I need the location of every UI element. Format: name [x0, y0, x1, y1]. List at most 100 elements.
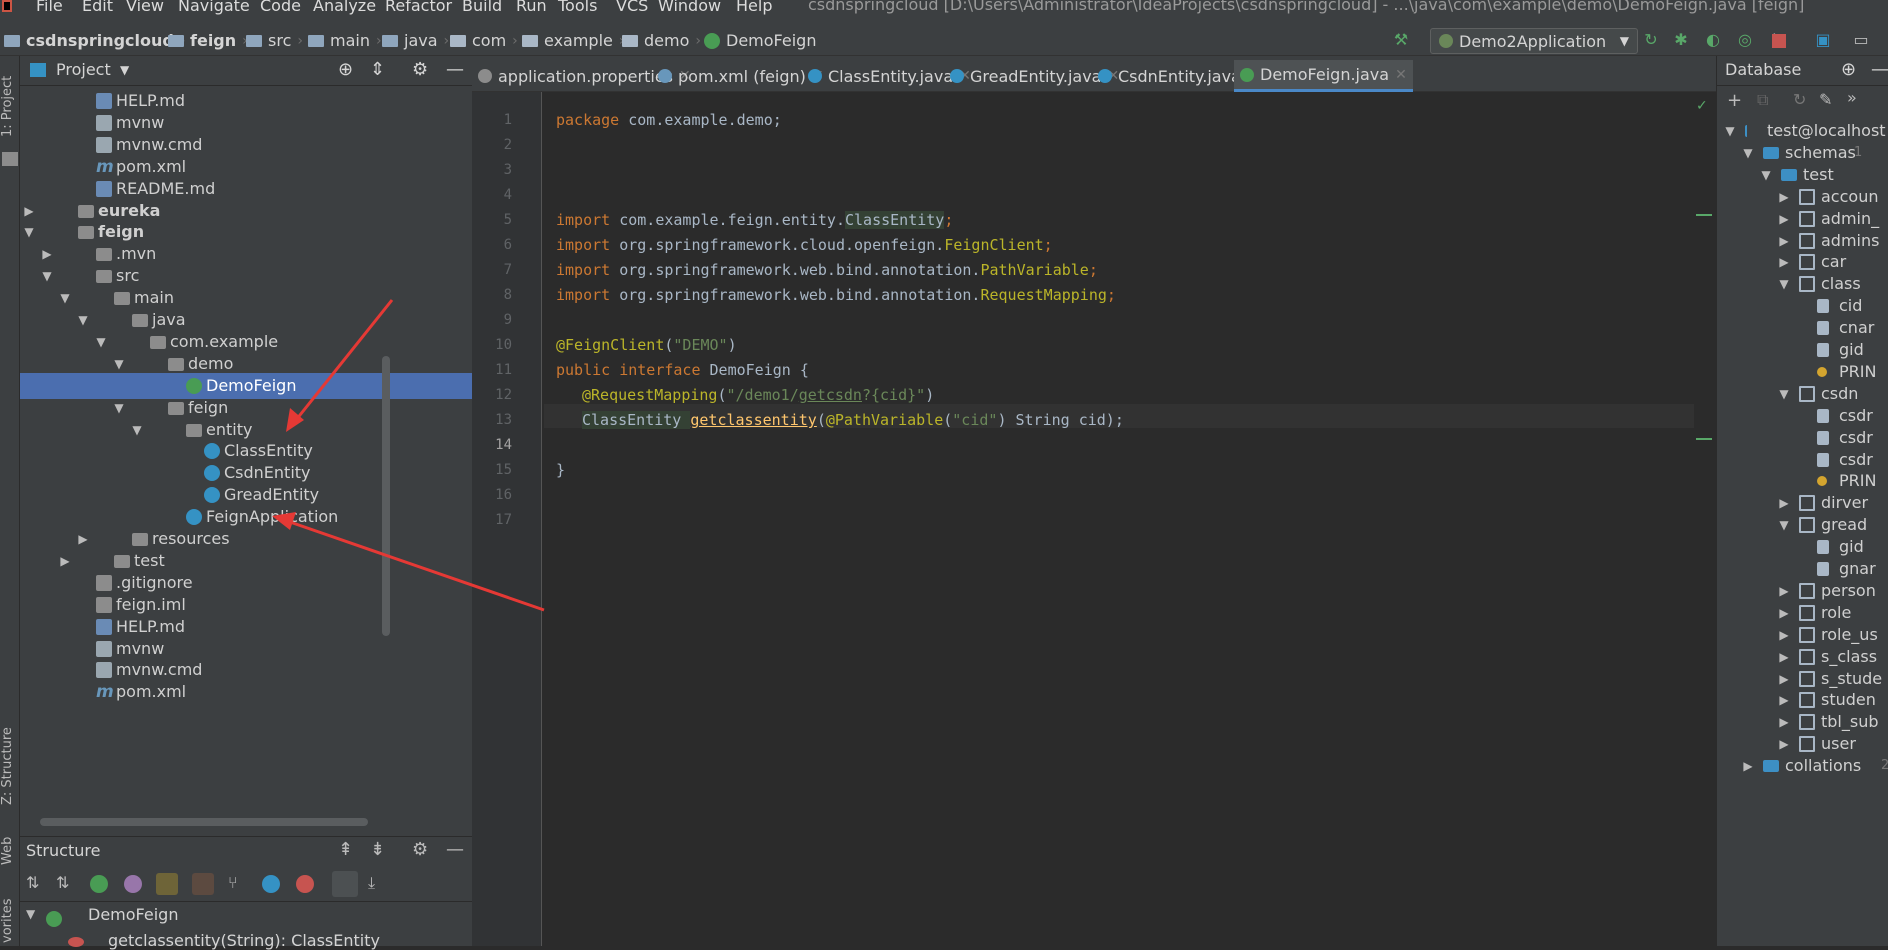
web-tool-tab[interactable]: Web: [0, 826, 20, 876]
line-number: 4: [503, 187, 512, 203]
minimize-icon[interactable]: —: [446, 59, 464, 80]
favorites-tool-tab[interactable]: vorites: [0, 896, 20, 946]
folder-icon: [308, 34, 324, 47]
show-anonymous-icon[interactable]: [262, 875, 280, 893]
collapse-all-icon[interactable]: ⇕: [370, 59, 385, 80]
locate-target-icon[interactable]: ⊕: [338, 59, 353, 80]
minimize-icon[interactable]: —: [446, 839, 464, 860]
crumb-java[interactable]: java ›: [382, 31, 449, 50]
show-lambda-icon[interactable]: [296, 875, 314, 893]
structure-root[interactable]: DemoFeign: [88, 905, 178, 924]
sort-visibility-icon[interactable]: ⇅: [56, 873, 69, 892]
show-non-public-icon[interactable]: [192, 873, 214, 895]
copy-icon[interactable]: ⧉: [1757, 90, 1768, 110]
crumb-feign[interactable]: feign ›: [168, 31, 248, 50]
expand-all-icon[interactable]: ⇞: [338, 839, 353, 860]
line-number: 11: [495, 362, 512, 378]
menu-analyze[interactable]: Analyze: [313, 0, 376, 14]
crumb-demo[interactable]: demo ›: [622, 31, 701, 50]
column-icon: [1817, 452, 1829, 467]
menu-build[interactable]: Build: [462, 0, 502, 14]
close-icon[interactable]: ✕: [1395, 67, 1407, 83]
structure-method[interactable]: getclassentity(String): ClassEntity: [108, 931, 380, 950]
menu-window[interactable]: Window: [658, 0, 721, 14]
show-inherited-icon[interactable]: [90, 875, 108, 893]
sort-alpha-icon[interactable]: ⇅: [26, 873, 39, 892]
crumb-main[interactable]: main ›: [308, 31, 382, 50]
tab-demofeign-java[interactable]: DemoFeign.java ✕: [1234, 60, 1413, 92]
project-view-select[interactable]: Project: [56, 60, 111, 79]
run-configuration-select[interactable]: Demo2Application ▼: [1430, 28, 1638, 54]
chevron-down-icon[interactable]: ▼: [120, 63, 129, 77]
profile-icon[interactable]: ◎: [1736, 31, 1754, 49]
change-marker: [1696, 438, 1712, 440]
code-line-14: ClassEntity getclassentity(@PathVariable…: [582, 408, 1124, 432]
menu-edit[interactable]: Edit: [82, 0, 113, 14]
show-properties-icon[interactable]: [124, 875, 142, 893]
crumb-label: src: [268, 31, 292, 50]
key-icon: [1817, 476, 1827, 487]
line-number: 6: [503, 237, 512, 253]
coverage-icon[interactable]: ◐: [1704, 31, 1722, 49]
show-fields-icon[interactable]: [156, 873, 178, 895]
folder-icon: [246, 34, 262, 47]
crumb-demofeign[interactable]: DemoFeign: [704, 31, 816, 50]
db-tree-item[interactable]: ▶ collations 21: [1717, 753, 1888, 779]
tree-item[interactable]: m pom.xml: [20, 679, 472, 705]
menu-navigate[interactable]: Navigate: [178, 0, 250, 14]
menu-view[interactable]: View: [126, 0, 164, 14]
rerun-icon[interactable]: ↻: [1642, 31, 1660, 49]
code-area[interactable]: package com.example.demo; import com.exa…: [544, 92, 1694, 946]
refresh-icon[interactable]: ↻: [1793, 90, 1806, 109]
tab-label: pom.xml (feign): [678, 66, 806, 86]
stop-icon[interactable]: [1772, 34, 1786, 48]
expand-arrow-icon[interactable]: ▼: [26, 907, 35, 921]
chevron-right-icon: ›: [443, 32, 450, 49]
gear-icon[interactable]: ⊕: [1841, 59, 1856, 80]
debug-icon[interactable]: ✱: [1672, 31, 1690, 49]
layout-icon[interactable]: ▭: [1852, 31, 1870, 49]
project-structure-icon[interactable]: ▣: [1814, 31, 1832, 49]
menu-help[interactable]: Help: [736, 0, 772, 14]
code-line-5: import com.example.feign.entity.ClassEnt…: [556, 208, 953, 232]
autoscroll-from-source-icon[interactable]: ⤓: [368, 873, 375, 893]
inspection-ok-icon[interactable]: ✓: [1696, 98, 1708, 114]
edit-icon[interactable]: ✎: [1819, 90, 1832, 109]
add-icon[interactable]: +: [1727, 90, 1742, 111]
interface-icon: [186, 377, 202, 394]
crumb-example[interactable]: example›: [522, 31, 624, 50]
gear-icon[interactable]: ⚙: [412, 59, 428, 80]
schema-icon: [1781, 168, 1797, 181]
tab-label: DemoFeign.java: [1260, 65, 1390, 84]
code-line-7: import org.springframework.web.bind.anno…: [556, 258, 1098, 282]
menu-run[interactable]: Run: [516, 0, 547, 14]
table-icon: [1799, 210, 1815, 227]
menu-refactor[interactable]: Refactor: [385, 0, 452, 14]
crumb-project[interactable]: csdnspringcloud›: [4, 31, 185, 50]
file-icon: [96, 640, 112, 657]
more-icon[interactable]: »: [1847, 88, 1857, 107]
build-hammer-icon[interactable]: ⚒: [1392, 31, 1410, 49]
token: package: [556, 111, 620, 129]
structure-tool-tab[interactable]: Z: Structure: [0, 716, 20, 816]
menu-file[interactable]: File: [36, 0, 63, 14]
project-tool-tab[interactable]: 1: Project: [0, 66, 20, 146]
gear-icon[interactable]: ⚙: [412, 839, 428, 860]
tree-item-label: pom.xml: [116, 682, 187, 702]
show-lambdas-icon[interactable]: ⑂: [228, 873, 238, 892]
horizontal-scrollbar[interactable]: [40, 818, 368, 826]
autoscroll-to-source-icon[interactable]: [332, 871, 358, 897]
token: org.springframework.cloud.openfeign.: [610, 236, 945, 254]
table-icon: [1799, 517, 1815, 534]
chevron-right-icon[interactable]: ▶: [1741, 753, 1755, 779]
collapse-all-icon[interactable]: ⇟: [370, 839, 385, 860]
crumb-src[interactable]: src ›: [246, 31, 303, 50]
menu-vcs[interactable]: VCS: [616, 0, 648, 14]
menu-tools[interactable]: Tools: [558, 0, 597, 14]
vertical-scrollbar[interactable]: [382, 356, 390, 636]
menu-code[interactable]: Code: [260, 0, 301, 14]
minimize-icon[interactable]: —: [1871, 59, 1888, 80]
crumb-com[interactable]: com ›: [450, 31, 518, 50]
class-icon: [204, 487, 220, 504]
package-icon: [522, 34, 538, 47]
